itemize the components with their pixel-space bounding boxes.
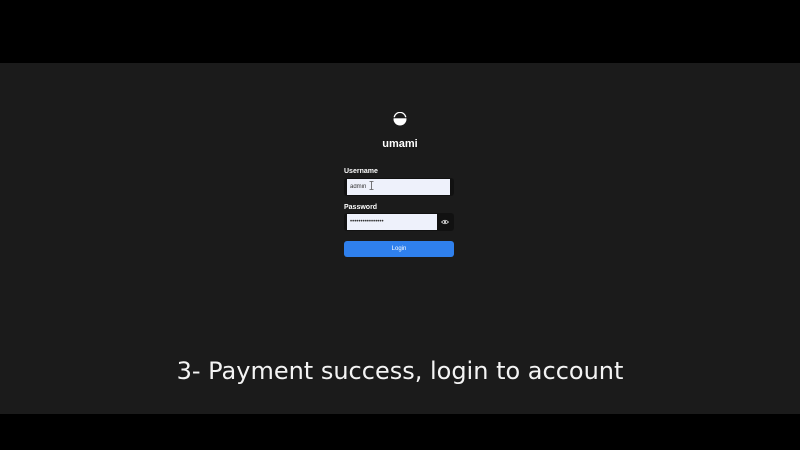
letterbox-top xyxy=(0,0,800,63)
umami-logo-icon xyxy=(393,112,407,126)
login-button[interactable]: Login xyxy=(344,241,454,257)
username-field-wrapper xyxy=(344,178,454,196)
password-field-wrapper xyxy=(344,213,454,231)
text-cursor-icon xyxy=(369,181,374,190)
letterbox-bottom xyxy=(0,414,800,450)
username-input[interactable] xyxy=(347,179,450,195)
password-input[interactable] xyxy=(347,214,437,230)
username-label: Username xyxy=(344,168,378,175)
app-name: umami xyxy=(382,138,418,150)
toggle-password-button[interactable] xyxy=(438,215,452,229)
eye-icon xyxy=(441,219,449,225)
video-caption: 3- Payment success, login to account xyxy=(176,357,624,385)
password-label: Password xyxy=(344,204,378,211)
